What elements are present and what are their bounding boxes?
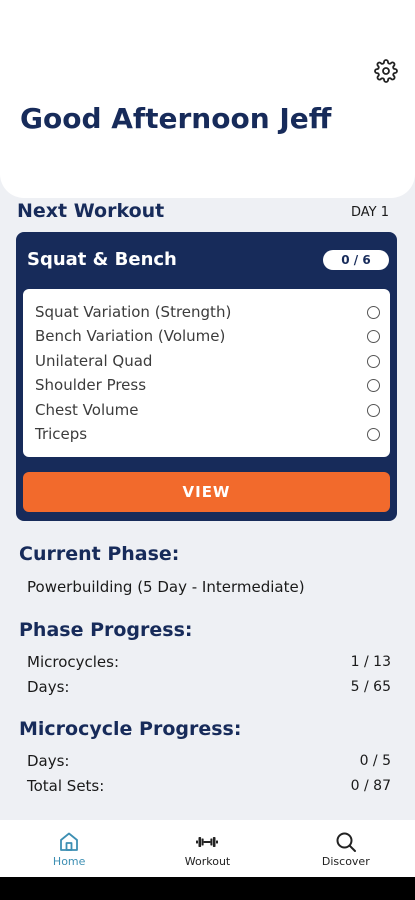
system-nav-bar <box>0 877 415 900</box>
micro-days-value: 0 / 5 <box>359 753 391 769</box>
radio-icon[interactable] <box>367 427 380 441</box>
exercise-list: Squat Variation (Strength) Bench Variati… <box>23 289 390 457</box>
microcycles-value: 1 / 13 <box>350 654 391 670</box>
exercise-item[interactable]: Shoulder Press <box>23 373 390 397</box>
progress-badge: 0 / 6 <box>323 250 389 270</box>
nav-label-discover: Discover <box>321 855 370 868</box>
current-phase-heading: Current Phase: <box>19 543 180 565</box>
exercise-label: Bench Variation (Volume) <box>35 327 226 346</box>
nav-item-discover[interactable]: Discover <box>277 820 415 877</box>
search-icon <box>336 832 356 852</box>
microcycles-label: Microcycles: <box>27 653 120 671</box>
radio-icon[interactable] <box>367 403 380 417</box>
radio-icon[interactable] <box>367 330 380 344</box>
header: Good Afternoon Jeff <box>0 0 415 198</box>
workout-name: Squat & Bench <box>27 249 177 270</box>
exercise-label: Shoulder Press <box>35 376 147 395</box>
total-sets-label: Total Sets: <box>27 777 105 795</box>
exercise-label: Chest Volume <box>35 400 139 419</box>
gear-icon[interactable] <box>374 59 398 83</box>
exercise-label: Unilateral Quad <box>35 351 153 370</box>
dumbbell-icon <box>196 837 219 847</box>
radio-icon[interactable] <box>367 354 380 368</box>
home-icon <box>60 832 79 851</box>
exercise-item[interactable]: Unilateral Quad <box>23 349 390 373</box>
nav-item-home[interactable]: Home <box>0 820 138 877</box>
exercise-label: Squat Variation (Strength) <box>35 303 232 321</box>
nav-item-workout[interactable]: Workout <box>138 820 276 877</box>
exercise-label: Triceps <box>35 424 88 443</box>
exercise-item[interactable]: Squat Variation (Strength) <box>23 300 390 324</box>
microcycle-progress-heading: Microcycle Progress: <box>19 718 242 740</box>
next-workout-heading: Next Workout <box>17 200 165 222</box>
phase-days-value: 5 / 65 <box>350 679 391 695</box>
micro-days-label: Days: <box>27 752 70 770</box>
current-phase-value: Powerbuilding (5 Day - Intermediate) <box>27 578 305 596</box>
bottom-nav: Home Workout Discover <box>0 820 415 877</box>
exercise-item[interactable]: Bench Variation (Volume) <box>23 324 390 348</box>
radio-icon[interactable] <box>367 379 380 393</box>
nav-label-workout: Workout <box>184 855 231 868</box>
total-sets-value: 0 / 87 <box>350 778 391 794</box>
radio-icon[interactable] <box>367 306 380 319</box>
exercise-item[interactable]: Chest Volume <box>23 398 390 422</box>
phase-progress-heading: Phase Progress: <box>19 619 193 641</box>
view-button[interactable]: VIEW <box>23 472 390 512</box>
greeting-title: Good Afternoon Jeff <box>20 102 332 135</box>
exercise-item[interactable]: Triceps <box>23 422 390 446</box>
workout-card[interactable]: Squat & Bench 0 / 6 Squat Variation (Str… <box>16 232 397 521</box>
phase-days-label: Days: <box>27 678 70 696</box>
day-label: DAY 1 <box>350 205 389 220</box>
nav-label-home: Home <box>52 855 86 868</box>
